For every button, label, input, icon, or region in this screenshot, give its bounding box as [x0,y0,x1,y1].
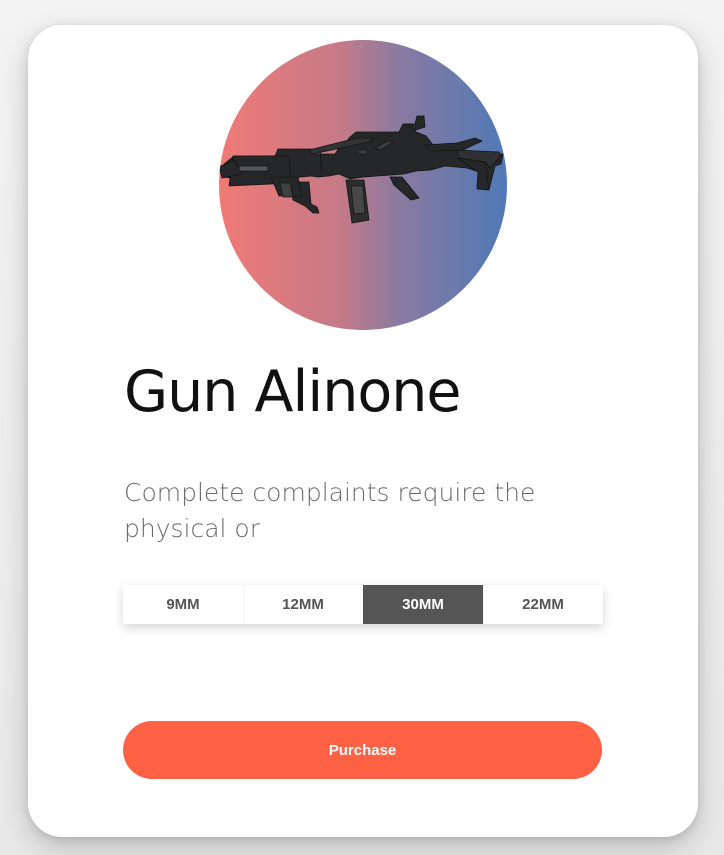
size-option-22mm[interactable]: 22MM [483,585,603,624]
product-card: Gun Alinone Complete complaints require … [28,25,698,837]
size-selector: 9MM 12MM 30MM 22MM [123,585,603,624]
size-option-30mm[interactable]: 30MM [363,585,483,624]
purchase-button[interactable]: Purchase [123,721,602,779]
page-background: Gun Alinone Complete complaints require … [0,0,724,855]
size-option-9mm[interactable]: 9MM [123,585,243,624]
product-title: Gun Alinone [124,359,461,425]
rifle-icon [219,115,504,224]
product-image [219,40,507,330]
product-description: Complete complaints require the physical… [124,478,536,543]
size-option-12mm[interactable]: 12MM [243,585,363,624]
